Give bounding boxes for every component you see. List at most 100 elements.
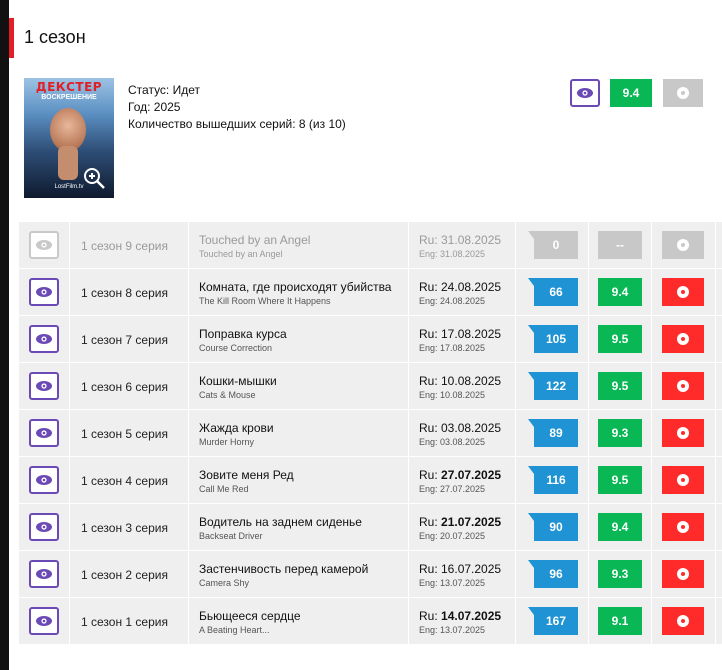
play-button[interactable]: [662, 419, 704, 447]
comments-count-button[interactable]: 116: [528, 466, 578, 494]
play-button[interactable]: [662, 560, 704, 588]
mark-watched-button[interactable]: [29, 278, 59, 306]
mark-watched-button[interactable]: [29, 607, 59, 635]
mark-watched-button[interactable]: [29, 372, 59, 400]
comments-count-button[interactable]: 0: [528, 231, 578, 259]
play-cell: [652, 598, 715, 644]
episode-number-cell[interactable]: 1 сезон 5 серия: [70, 410, 188, 456]
date-en: Eng: 13.07.2025: [419, 625, 486, 635]
eye-icon: [36, 287, 52, 297]
play-button[interactable]: [662, 325, 704, 353]
season-rating[interactable]: 9.4: [610, 79, 652, 107]
mark-watched-button[interactable]: [29, 231, 59, 259]
date-ru: Ru: 31.08.2025: [419, 233, 502, 247]
mark-watched-button[interactable]: [29, 466, 59, 494]
season-watched-button[interactable]: [570, 79, 600, 107]
episode-title-cell[interactable]: Touched by an Angel Touched by an Angel: [189, 222, 408, 268]
comments-cell: 96: [516, 551, 588, 597]
play-circle-icon: [677, 568, 689, 580]
date-ru-value: 21.07.2025: [441, 515, 502, 529]
play-button[interactable]: [662, 513, 704, 541]
episode-number-cell[interactable]: 1 сезон 9 серия: [70, 222, 188, 268]
rating-cell: 9.5: [589, 363, 651, 409]
comments-count-button[interactable]: 122: [528, 372, 578, 400]
eye-icon: [36, 522, 52, 532]
comments-count-button[interactable]: 96: [528, 560, 578, 588]
episode-title-cell[interactable]: Водитель на заднем сиденье Backseat Driv…: [189, 504, 408, 550]
season-play-button[interactable]: [663, 79, 703, 107]
episode-row[interactable]: 1 сезон 7 серия Поправка курса Course Co…: [9, 316, 722, 362]
episode-title-cell[interactable]: Жажда крови Murder Horny: [189, 410, 408, 456]
eye-icon: [36, 616, 52, 626]
episode-number: 1 сезон 5 серия: [81, 427, 168, 441]
watched-cell: [19, 269, 69, 315]
episode-row[interactable]: 1 сезон 4 серия Зовите меня Ред Call Me …: [9, 457, 722, 503]
episode-rating[interactable]: 9.1: [598, 607, 642, 635]
episode-row[interactable]: 1 сезон 6 серия Кошки-мышки Cats & Mouse…: [9, 363, 722, 409]
row-edge: [716, 316, 722, 362]
episode-title-cell[interactable]: Застенчивость перед камерой Camera Shy: [189, 551, 408, 597]
episode-title-cell[interactable]: Комната, где происходят убийства The Kil…: [189, 269, 408, 315]
series-poster[interactable]: ДЕКСТЕР ВОСКРЕШЕНИЕ LostFilm.tv: [24, 78, 114, 198]
play-button[interactable]: [662, 372, 704, 400]
comments-count-button[interactable]: 66: [528, 278, 578, 306]
episode-rating[interactable]: 9.3: [598, 560, 642, 588]
episode-title-en: Backseat Driver: [199, 531, 263, 541]
episode-rating[interactable]: 9.3: [598, 419, 642, 447]
episode-title-cell[interactable]: Зовите меня Ред Call Me Red: [189, 457, 408, 503]
mark-watched-button[interactable]: [29, 560, 59, 588]
rating-cell: 9.4: [589, 269, 651, 315]
status-text: Статус: Идет: [128, 83, 200, 97]
episode-rating[interactable]: --: [598, 231, 642, 259]
episode-number: 1 сезон 9 серия: [81, 239, 168, 253]
comments-cell: 116: [516, 457, 588, 503]
zoom-in-icon[interactable]: [82, 166, 106, 190]
episode-rating[interactable]: 9.4: [598, 513, 642, 541]
date-ru: Ru: 27.07.2025: [419, 468, 502, 482]
episode-title-cell[interactable]: Кошки-мышки Cats & Mouse: [189, 363, 408, 409]
play-cell: [652, 457, 715, 503]
episode-row[interactable]: 1 сезон 2 серия Застенчивость перед каме…: [9, 551, 722, 597]
episode-row[interactable]: 1 сезон 8 серия Комната, где происходят …: [9, 269, 722, 315]
episode-row[interactable]: 1 сезон 5 серия Жажда крови Murder Horny…: [9, 410, 722, 456]
play-circle-icon: [677, 380, 689, 392]
play-button[interactable]: [662, 607, 704, 635]
episode-row[interactable]: 1 сезон 1 серия Бьющееся сердце A Beatin…: [9, 598, 722, 644]
comments-count-button[interactable]: 90: [528, 513, 578, 541]
episode-title-ru: Кошки-мышки: [199, 374, 277, 388]
episode-number-cell[interactable]: 1 сезон 6 серия: [70, 363, 188, 409]
play-button[interactable]: [662, 466, 704, 494]
comments-count-button[interactable]: 105: [528, 325, 578, 353]
episode-number-cell[interactable]: 1 сезон 3 серия: [70, 504, 188, 550]
episode-number-cell[interactable]: 1 сезон 8 серия: [70, 269, 188, 315]
mark-watched-button[interactable]: [29, 325, 59, 353]
episode-number-cell[interactable]: 1 сезон 2 серия: [70, 551, 188, 597]
play-cell: [652, 410, 715, 456]
comments-count-button[interactable]: 89: [528, 419, 578, 447]
episode-title-cell[interactable]: Поправка курса Course Correction: [189, 316, 408, 362]
comments-count-button[interactable]: 167: [528, 607, 578, 635]
air-date-cell: Ru: 31.08.2025 Eng: 31.08.2025: [409, 222, 515, 268]
mark-watched-button[interactable]: [29, 513, 59, 541]
episode-number-cell[interactable]: 1 сезон 1 серия: [70, 598, 188, 644]
play-circle-icon: [677, 87, 689, 99]
episode-rating[interactable]: 9.5: [598, 325, 642, 353]
rating-cell: 9.1: [589, 598, 651, 644]
episode-rating[interactable]: 9.5: [598, 372, 642, 400]
row-edge: [716, 222, 722, 268]
play-button[interactable]: [662, 231, 704, 259]
poster-subtitle-art: ВОСКРЕШЕНИЕ: [41, 94, 97, 101]
play-button[interactable]: [662, 278, 704, 306]
comments-cell: 90: [516, 504, 588, 550]
episode-title-cell[interactable]: Бьющееся сердце A Beating Heart...: [189, 598, 408, 644]
eye-icon: [36, 381, 52, 391]
comments-cell: 105: [516, 316, 588, 362]
episode-row[interactable]: 1 сезон 3 серия Водитель на заднем сиден…: [9, 504, 722, 550]
episode-number-cell[interactable]: 1 сезон 7 серия: [70, 316, 188, 362]
episode-rating[interactable]: 9.4: [598, 278, 642, 306]
date-ru-value: 14.07.2025: [441, 609, 502, 623]
mark-watched-button[interactable]: [29, 419, 59, 447]
episode-rating[interactable]: 9.5: [598, 466, 642, 494]
episode-number-cell[interactable]: 1 сезон 4 серия: [70, 457, 188, 503]
episode-row[interactable]: 1 сезон 9 серия Touched by an Angel Touc…: [9, 222, 722, 268]
